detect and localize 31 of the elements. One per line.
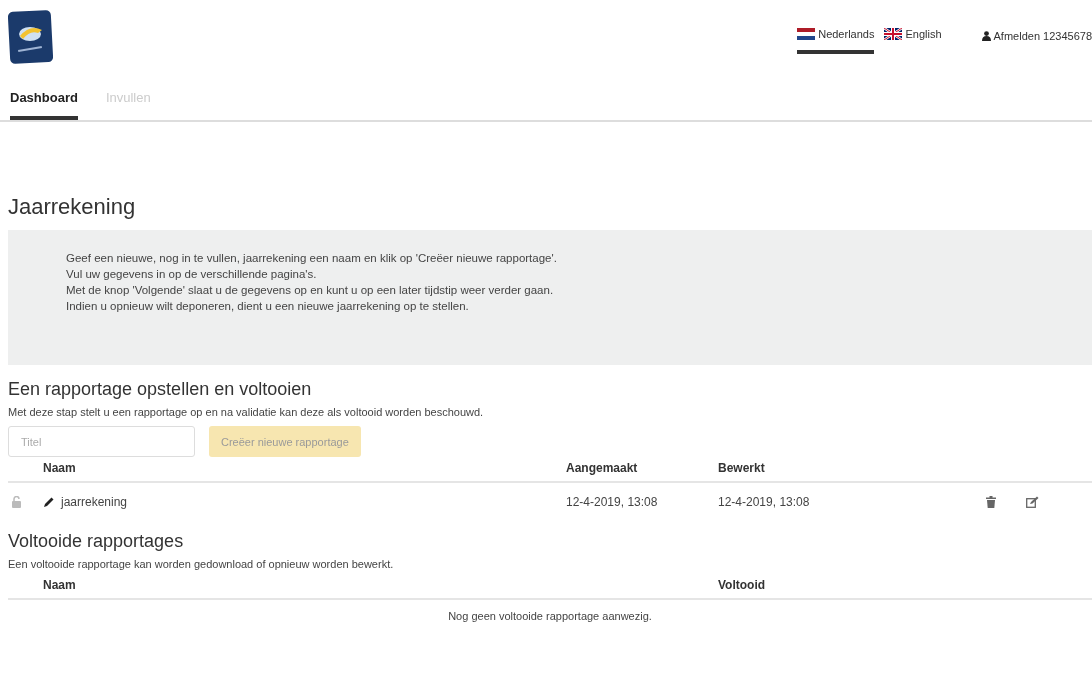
column-header: Bewerkt: [718, 461, 766, 477]
flag-icon: [797, 28, 816, 40]
report-name: jaarrekening: [61, 495, 128, 509]
info-text: Vul uw gegevens in op de verschillende pagina's.: [66, 267, 318, 282]
column-header: Naam: [43, 461, 77, 477]
table-cell: 12-4-2019, 13:08: [566, 495, 658, 509]
info-text: Met de knop 'Volgende' slaat u de gegevens op en kunt u op een later tijdstip weer verder gaan.: [66, 283, 555, 298]
table-cell: 12-4-2019, 13:08: [718, 495, 810, 509]
logout-link[interactable]: Afmelden 12345678: [981, 28, 1092, 44]
section-title: Voltooide rapportages: [8, 531, 185, 552]
language-link[interactable]: Nederlands: [797, 28, 875, 54]
title-field[interactable]: Titel: [8, 426, 195, 457]
flag-icon: [884, 28, 903, 40]
pencil-icon[interactable]: [43, 496, 55, 508]
language-link[interactable]: English: [884, 28, 942, 54]
nav-tab[interactable]: Dashboard: [10, 86, 78, 120]
unlocked-icon: [12, 496, 21, 508]
empty-message: Nog geen voltooide rapportage aanwezig.: [448, 610, 652, 622]
column-header: Voltooid: [718, 578, 767, 594]
trash-icon[interactable]: [986, 496, 996, 508]
section-description: Met deze stap stelt u een rapportage op en na validatie kan deze als voltooid worden beschouwd.: [8, 406, 485, 418]
logo-icon[interactable]: [8, 8, 53, 66]
info-text: Indien u opnieuw wilt deponeren, dient u een nieuwe jaarrekening op te stellen.: [66, 299, 470, 314]
page-title: Jaarrekening: [8, 194, 137, 220]
section-title: Een rapportage opstellen en voltooien: [8, 379, 313, 400]
section-description: Een voltooide rapportage kan worden gedownload of opnieuw worden bewerkt.: [8, 558, 395, 570]
info-text: Geef een nieuwe, nog in te vullen, jaarrekening een naam en klik op 'Creëer nieuwe rapportage'.: [66, 251, 558, 266]
edit-icon[interactable]: [1026, 496, 1039, 508]
column-header: Aangemaakt: [566, 461, 639, 477]
user-icon: [981, 31, 991, 41]
column-header: Naam: [43, 578, 77, 594]
